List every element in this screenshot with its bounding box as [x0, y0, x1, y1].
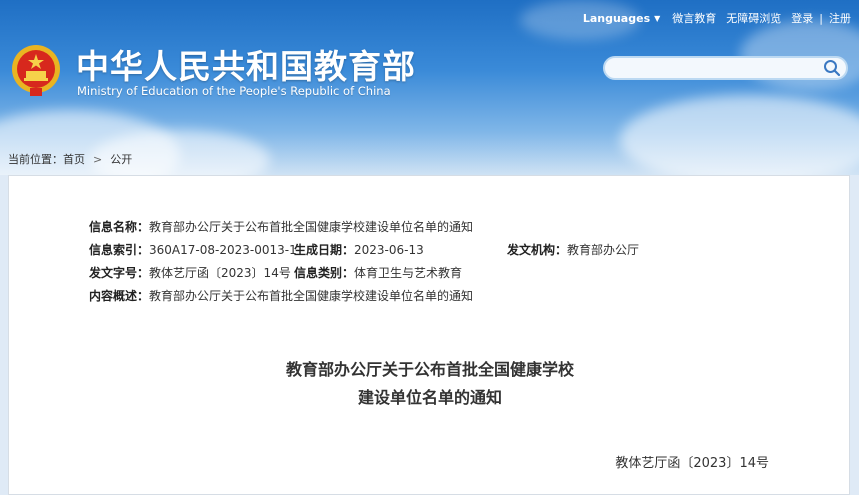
meta-value: 教体艺厅函〔2023〕14号 — [149, 266, 291, 280]
search-input[interactable] — [615, 58, 829, 80]
site-header: 中华人民共和国教育部 Ministry of Education of the … — [0, 0, 859, 175]
top-navigation: Languages ▼ 微言教育 无障碍浏览 登录 | 注册 — [583, 10, 851, 26]
national-emblem-icon — [12, 45, 60, 96]
meta-value: 教育部办公厅关于公布首批全国健康学校建设单位名单的通知 — [149, 289, 474, 303]
meta-label: 生成日期： — [294, 243, 355, 257]
meta-row-summary: 内容概述：教育部办公厅关于公布首批全国健康学校建设单位名单的通知 — [89, 285, 473, 308]
document-number: 教体艺厅函〔2023〕14号 — [615, 456, 769, 471]
breadcrumb-prefix: 当前位置： — [8, 153, 63, 166]
search-box — [603, 56, 848, 80]
article-panel: 信息名称：教育部办公厅关于公布首批全国健康学校建设单位名单的通知 信息索引：36… — [8, 175, 850, 495]
meta-label: 发文机构： — [507, 243, 568, 257]
meta-value: 360A17-08-2023-0013-1 — [149, 243, 297, 257]
accessibility-link[interactable]: 无障碍浏览 — [726, 10, 781, 26]
meta-row-index: 信息索引：360A17-08-2023-0013-1 生成日期：2023-06-… — [89, 239, 639, 262]
document-title-line: 教育部办公厅关于公布首批全国健康学校 — [285, 360, 574, 379]
meta-label: 发文字号： — [89, 266, 150, 280]
breadcrumb: 当前位置：首页 > 公开 — [8, 151, 132, 167]
meta-value: 教育部办公厅关于公布首批全国健康学校建设单位名单的通知 — [149, 220, 474, 234]
meta-value: 教育部办公厅 — [567, 243, 640, 257]
document-metadata: 信息名称：教育部办公厅关于公布首批全国健康学校建设单位名单的通知 信息索引：36… — [89, 216, 639, 308]
login-link[interactable]: 登录 — [791, 10, 813, 26]
meta-value: 体育卫生与艺术教育 — [354, 266, 463, 280]
breadcrumb-current-link[interactable]: 公开 — [110, 153, 132, 166]
meta-value: 2023-06-13 — [354, 243, 424, 257]
cloud-decoration — [620, 95, 859, 175]
meta-label: 信息索引： — [89, 243, 150, 257]
meta-label: 信息类别： — [294, 266, 355, 280]
register-link[interactable]: 注册 — [829, 10, 851, 26]
meta-row-docno: 发文字号：教体艺厅函〔2023〕14号 信息类别：体育卫生与艺术教育 — [89, 262, 473, 285]
document-title-line: 建设单位名单的通知 — [357, 388, 502, 407]
meta-row-name: 信息名称：教育部办公厅关于公布首批全国健康学校建设单位名单的通知 — [89, 216, 473, 239]
nav-separator: | — [819, 11, 823, 25]
search-icon[interactable] — [823, 59, 841, 77]
weibo-link[interactable]: 微言教育 — [672, 10, 716, 26]
meta-label: 内容概述： — [89, 289, 150, 303]
chevron-down-icon: ▼ — [654, 13, 661, 23]
site-subtitle: Ministry of Education of the People's Re… — [77, 84, 391, 98]
breadcrumb-home-link[interactable]: 首页 — [63, 153, 85, 166]
chevron-right-icon: > — [93, 153, 103, 166]
document-title: 教育部办公厅关于公布首批全国健康学校 建设单位名单的通知 — [9, 356, 851, 412]
languages-link[interactable]: Languages — [583, 12, 650, 25]
site-title: 中华人民共和国教育部 — [76, 47, 416, 86]
meta-label: 信息名称： — [89, 220, 150, 234]
